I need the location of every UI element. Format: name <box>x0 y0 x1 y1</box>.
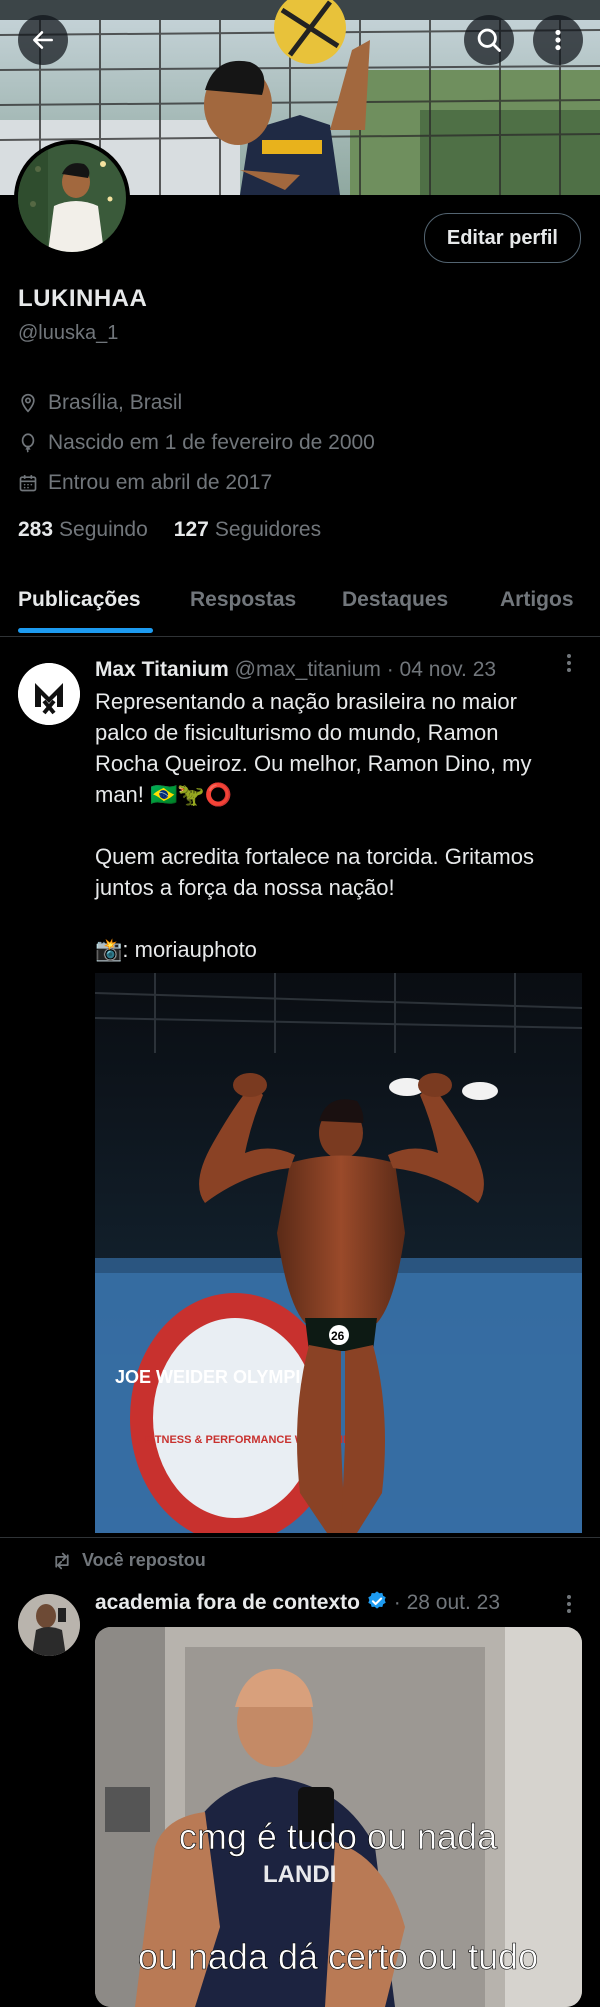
olympia-banner-subtext: FITNESS & PERFORMANCE WEEKEND 2023 <box>145 1434 378 1446</box>
location-text: Brasília, Brasil <box>48 391 183 414</box>
post-body: Representando a nação brasileira no maio… <box>95 686 585 965</box>
image-caption-line-2: ou nada dá certo ou tudo <box>138 1936 538 1977</box>
post-divider <box>0 1537 600 1538</box>
post-image-gym-selfie[interactable]: LANDI cmg é tudo ou nada ou nada dá cert… <box>95 1627 582 2007</box>
balloon-icon <box>21 433 35 453</box>
search-button[interactable] <box>464 15 514 65</box>
back-button[interactable] <box>18 15 68 65</box>
repost-indicator: Você repostou <box>52 1550 206 1571</box>
post-photo-credit: 📸: moriauphoto <box>95 937 257 962</box>
following-count: 283 <box>18 518 54 541</box>
edit-profile-button[interactable]: Editar perfil <box>423 213 581 263</box>
location-row: Brasília, Brasil <box>18 391 182 415</box>
post-author-handle[interactable]: @max_titanium <box>235 658 381 681</box>
post-text-line: Representando a nação brasileira no maio… <box>95 689 517 714</box>
image-caption-line-1: cmg é tudo ou nada <box>179 1816 498 1857</box>
more-vertical-icon <box>567 1595 571 1613</box>
post-text-line: Quem acredita fortalece na torcida. Grit… <box>95 844 534 869</box>
more-button[interactable] <box>533 15 583 65</box>
joined-text: Entrou em abril de 2017 <box>48 471 273 494</box>
post-header: academia fora de contexto · 28 out. 23 <box>95 1590 500 1615</box>
post-text-line: palco de fisiculturismo do mundo, Ramon <box>95 720 499 745</box>
followers-label: Seguidores <box>214 518 322 541</box>
post-text-line: juntos a força da nossa nação! <box>95 875 395 900</box>
following-link[interactable]: 283 Seguindo <box>18 518 148 542</box>
calendar-icon <box>19 475 37 492</box>
arrow-left-icon <box>33 31 53 49</box>
profile-handle: @luuska_1 <box>18 322 119 344</box>
post-avatar[interactable] <box>18 663 80 725</box>
post-author-name[interactable]: Max Titanium <box>95 658 229 681</box>
bib-number: 26 <box>331 1329 345 1343</box>
tab-respostas[interactable]: Respostas <box>190 588 296 612</box>
more-vertical-icon <box>555 29 561 51</box>
following-label: Seguindo <box>59 518 148 541</box>
post-avatar[interactable] <box>18 1594 80 1656</box>
post-image-bodybuilder[interactable]: JOE WEIDER OLYMPIA FITNESS & PERFORMANCE… <box>95 973 582 1533</box>
profile-avatar[interactable] <box>14 140 130 256</box>
post-text-line: man! 🇧🇷🦖⭕ <box>95 782 233 807</box>
follow-stats: 283 Seguindo 127 Seguidores <box>18 518 321 542</box>
post-date: · 04 nov. 23 <box>386 658 497 681</box>
shirt-text: LANDI <box>263 1861 336 1888</box>
birthdate-text: Nascido em 1 de fevereiro de 2000 <box>48 431 375 454</box>
post-more-button[interactable] <box>562 652 576 680</box>
search-icon <box>477 28 501 52</box>
followers-link[interactable]: 127 Seguidores <box>174 518 321 542</box>
tab-artigos[interactable]: Artigos <box>500 588 574 612</box>
post-header: Max Titanium @max_titanium · 04 nov. 23 <box>95 658 496 682</box>
post-author-name[interactable]: academia fora de contexto <box>95 1591 360 1614</box>
birthdate-row: Nascido em 1 de fevereiro de 2000 <box>18 431 375 455</box>
repost-label: Você repostou <box>82 1550 206 1570</box>
profile-name: LUKINHAA <box>18 285 148 312</box>
post-more-button[interactable] <box>562 1593 576 1621</box>
repost-icon <box>55 1552 69 1569</box>
tab-publicacoes[interactable]: Publicações <box>18 588 141 612</box>
followers-count: 127 <box>173 518 209 541</box>
joined-row: Entrou em abril de 2017 <box>18 471 272 495</box>
olympia-banner-text: JOE WEIDER OLYMPIA <box>115 1367 313 1387</box>
post-date: · 28 out. 23 <box>393 1591 501 1614</box>
location-pin-icon <box>21 393 35 413</box>
post-text-line: Rocha Queiroz. Ou melhor, Ramon Dino, my <box>95 751 532 776</box>
verified-badge-icon <box>368 1591 386 1609</box>
active-tab-indicator <box>18 628 153 633</box>
tab-destaques[interactable]: Destaques <box>342 588 448 612</box>
more-vertical-icon <box>567 654 571 672</box>
